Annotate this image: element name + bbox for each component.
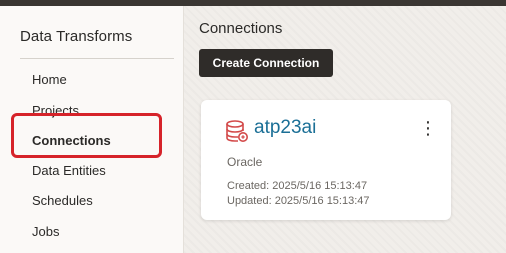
main-content: Connections Create Connection atp23ai ⋮ … xyxy=(184,6,506,253)
created-timestamp: Created: 2025/5/16 15:13:47 xyxy=(227,180,368,192)
page-title: Connections xyxy=(199,20,283,37)
sidebar-item-jobs[interactable]: Jobs xyxy=(32,224,59,239)
sidebar-item-home[interactable]: Home xyxy=(32,72,67,87)
connection-card[interactable]: atp23ai ⋮ Oracle Created: 2025/5/16 15:1… xyxy=(201,100,451,220)
database-icon xyxy=(226,120,248,142)
connection-name-link[interactable]: atp23ai xyxy=(254,117,316,139)
sidebar-item-connections[interactable]: Connections xyxy=(32,133,111,148)
sidebar-item-schedules[interactable]: Schedules xyxy=(32,193,93,208)
create-connection-button[interactable]: Create Connection xyxy=(199,49,333,77)
connection-type: Oracle xyxy=(227,155,263,169)
sidebar-divider xyxy=(20,58,174,59)
sidebar-item-data-entities[interactable]: Data Entities xyxy=(32,163,106,178)
sidebar-title: Data Transforms xyxy=(20,28,133,45)
updated-timestamp: Updated: 2025/5/16 15:13:47 xyxy=(227,195,370,207)
sidebar-item-projects[interactable]: Projects xyxy=(32,103,79,118)
sidebar: Data Transforms Home Projects Connection… xyxy=(0,6,184,253)
kebab-menu-icon[interactable]: ⋮ xyxy=(419,118,437,138)
